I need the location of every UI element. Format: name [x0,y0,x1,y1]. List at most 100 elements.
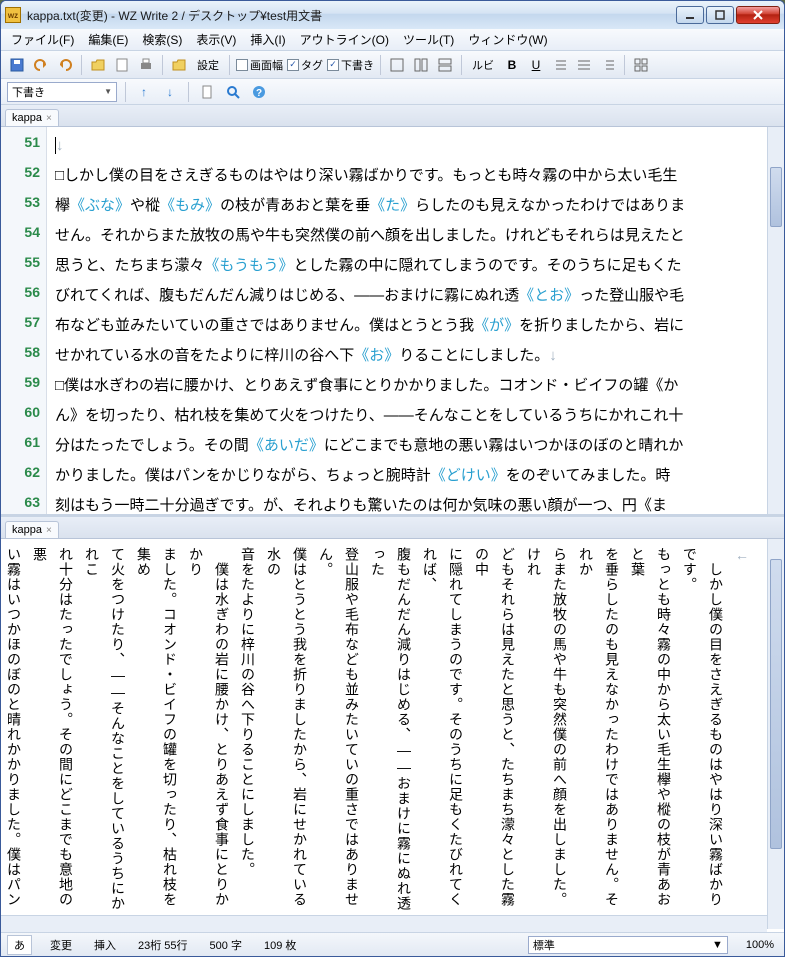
separator [188,82,189,102]
tab-close-icon[interactable]: × [46,525,52,536]
layout1-icon[interactable] [387,55,407,75]
text-line: 分はたったでしょう。その間《あいだ》にどこまでも意地の悪い霧はいつかほのぼのと晴… [55,431,759,461]
menu-file[interactable]: ファイル(F) [5,29,80,50]
line-number: 52 [1,157,46,187]
chevron-down-icon: ▼ [712,939,723,951]
text-column: を垂らしたのも見えなかったわけではありません。それか [573,547,625,917]
underline-icon[interactable]: U [526,55,546,75]
pagewidth-label: 画面幅 [250,57,283,73]
layout2-icon[interactable] [411,55,431,75]
text-line: 思うと、たちまち濛々《もうもう》とした霧の中に隠れてしまうのです。そのうちに足も… [55,251,759,281]
editor-top-pane: 51 52 53 54 55 56 57 58 59 60 61 62 63 ↓… [1,127,784,517]
text-column: どもそれらは見えたと思うと、たちまち濛々とした霧の中 [469,547,521,917]
line-number: 57 [1,307,46,337]
separator [162,55,163,75]
app-window: wz kappa.txt(変更) - WZ Write 2 / デスクトップ¥t… [0,0,785,957]
text-column: 登山服や毛布なども並みたいていの重さではありません。 [313,547,365,917]
status-change: 変更 [46,937,76,953]
save-icon[interactable] [7,55,27,75]
pagewidth-checkbox[interactable]: 画面幅 [236,57,283,73]
list2-icon[interactable] [574,55,594,75]
editor-content[interactable]: ↓ □しかし僕の目をさえぎるものはやはり深い霧ばかりです。もっとも時々霧の中から… [47,127,767,514]
status-zoom[interactable]: 100% [742,939,778,951]
line-number: 51 [1,127,46,157]
status-insert: 挿入 [90,937,120,953]
bold-icon[interactable]: B [502,55,522,75]
svg-text:?: ? [256,88,262,99]
line-number: 63 [1,487,46,517]
horizontal-scrollbar[interactable] [1,915,767,932]
redo-icon[interactable] [55,55,75,75]
text-column: 僕は水ぎわの岩に腰かけ、とりあえず食事にとりかかり [183,547,235,917]
line-number-gutter: 51 52 53 54 55 56 57 58 59 60 61 62 63 [1,127,47,514]
text-line: □しかし僕の目をさえぎるものはやはり深い霧ばかりです。もっとも時々霧の中から太い… [55,161,759,191]
text-line: びれてくれば、腹もだんだん減りはじめる、——おまけに霧にぬれ透《とお》った登山服… [55,281,759,311]
draft-checkbox[interactable]: ✓下書き [327,57,374,73]
separator [125,82,126,102]
vertical-text-area[interactable]: ← しかし僕の目をさえぎるものはやはり深い霧ばかりです。 もっとも時々霧の中から… [1,539,767,929]
text-column: て火をつけたり、——そんなことをしているうちにかれこ [79,547,131,917]
document-tab[interactable]: kappa × [5,109,59,126]
menu-edit[interactable]: 編集(E) [82,29,134,50]
menu-search[interactable]: 検索(S) [136,29,188,50]
status-style-combo[interactable]: 標準 ▼ [528,936,728,954]
list1-icon[interactable] [550,55,570,75]
vertical-scrollbar[interactable] [767,127,784,514]
menu-view[interactable]: 表示(V) [190,29,242,50]
settings-label[interactable]: 設定 [193,55,223,75]
text-column: らまた放牧の馬や牛も突然僕の前へ顔を出しました。けれ [521,547,573,917]
text-column: 僕はとうとう我を折りましたから、岩にせかれている水の [261,547,313,917]
search-icon[interactable] [223,82,243,102]
menu-window[interactable]: ウィンドウ(W) [462,29,553,50]
maximize-button[interactable] [706,6,734,24]
line-number: 60 [1,397,46,427]
grid-icon[interactable] [631,55,651,75]
tab-close-icon[interactable]: × [46,113,52,124]
sub-toolbar: 下書き▼ ↑ ↓ ? [1,79,784,105]
titlebar[interactable]: wz kappa.txt(変更) - WZ Write 2 / デスクトップ¥t… [1,1,784,29]
minimize-button[interactable] [676,6,704,24]
text-column: 腹もだんだん減りはじめる、——おまけに霧にぬれ透った [365,547,417,917]
list3-icon[interactable] [598,55,618,75]
menu-tool[interactable]: ツール(T) [397,29,460,50]
ime-mode[interactable]: あ [7,935,32,955]
text-column: に隠れてしまうのです。そのうちに足もくたびれてくれば、 [417,547,469,917]
layout3-icon[interactable] [435,55,455,75]
text-column: れ十分はたったでしょう。その間にどこまでも意地の悪 [27,547,79,917]
menu-insert[interactable]: 挿入(I) [244,29,291,50]
separator [624,55,625,75]
tab-strip-top: kappa × [1,105,784,127]
undo-icon[interactable] [31,55,51,75]
scrollbar-thumb[interactable] [770,167,782,227]
style-combo[interactable]: 下書き▼ [7,82,117,102]
help-icon[interactable]: ? [249,82,269,102]
document-tab[interactable]: kappa× [5,521,59,538]
vertical-scrollbar[interactable] [767,539,784,929]
menu-outline[interactable]: アウトライン(O) [294,29,395,50]
statusbar: あ 変更 挿入 23桁 55行 500 字 109 枚 標準▼ 100% [1,932,784,956]
text-line: 刻はもう一時二十分過ぎです。が、それよりも驚いたのは何か気味の悪い顔が一つ、円《… [55,491,759,514]
line-number: 55 [1,247,46,277]
up-arrow-icon[interactable]: ↑ [134,82,154,102]
text-column: しかし僕の目をさえぎるものはやはり深い霧ばかりです。 [677,547,729,917]
text-column: ました。コオンド・ビイフの罐を切ったり、枯れ枝を集め [131,547,183,917]
text-line: 欅《ぶな》や樅《もみ》の枝が青あおと葉を垂《た》らしたのも見えなかったわけではあ… [55,191,759,221]
tab-label: kappa [12,112,42,124]
open-icon[interactable] [88,55,108,75]
down-arrow-icon[interactable]: ↓ [160,82,180,102]
text-column: 音をたよりに梓川の谷へ下りることにしました。 [235,547,261,917]
app-icon: wz [5,7,21,23]
close-button[interactable] [736,6,780,24]
settings-icon[interactable] [169,55,189,75]
separator [380,55,381,75]
line-number: 54 [1,217,46,247]
status-style-value: 標準 [533,937,555,953]
scrollbar-thumb[interactable] [770,559,782,849]
new-icon[interactable] [112,55,132,75]
line-number: 53 [1,187,46,217]
tag-checkbox[interactable]: ✓タグ [287,57,323,73]
print-icon[interactable] [136,55,156,75]
separator [461,55,462,75]
ruby-button[interactable]: ルビ [468,55,498,75]
page-icon[interactable] [197,82,217,102]
